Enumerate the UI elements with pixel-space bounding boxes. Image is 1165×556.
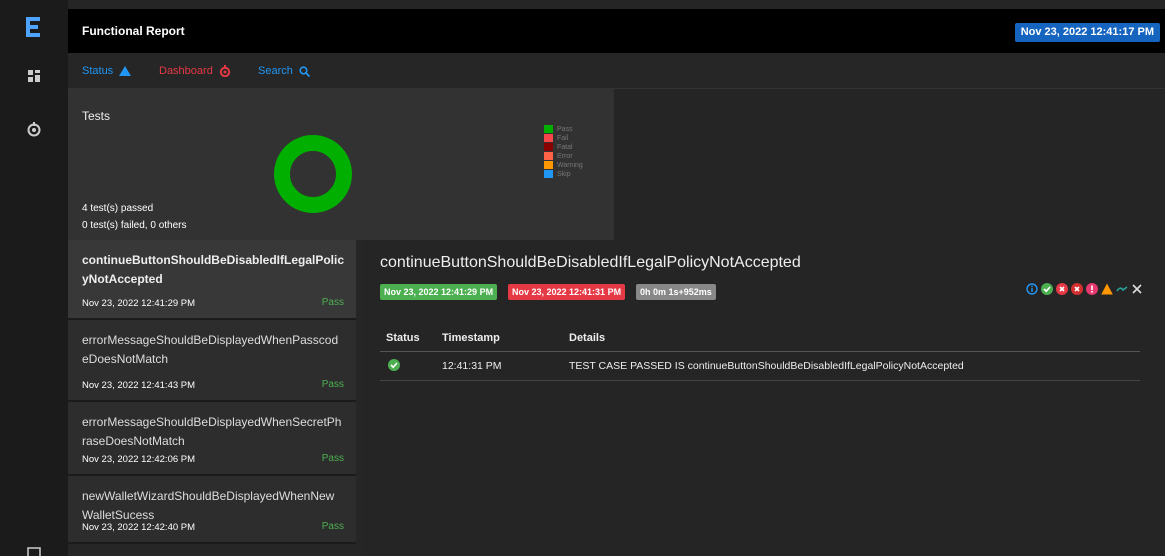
legend-label: Pass (557, 125, 573, 133)
legend-label: Fatal (557, 143, 573, 151)
test-name: continueButtonShouldBeDisabledIfLegalPol… (82, 253, 345, 286)
search-button[interactable]: Search (258, 65, 310, 77)
legend-swatch (544, 134, 553, 142)
pass-status-icon (388, 359, 400, 374)
status-filter-button[interactable]: Status (82, 65, 132, 77)
donut-slice-pass (274, 135, 352, 213)
pass-icon[interactable] (1041, 283, 1053, 295)
report-date-badge: Nov 23, 2022 12:41:17 PM (1014, 23, 1160, 42)
legend-item-fail: Fail (544, 134, 583, 142)
dashboard-grid-icon[interactable] (26, 68, 42, 84)
info-icon[interactable] (1026, 283, 1038, 295)
search-label: Search (258, 65, 293, 77)
table-row: 12:41:31 PM TEST CASE PASSED IS continue… (380, 352, 1140, 381)
legend-swatch (544, 152, 553, 160)
legend-swatch (544, 125, 553, 133)
test-detail-pane: continueButtonShouldBeDisabledIfLegalPol… (364, 240, 1165, 556)
search-icon (299, 65, 310, 77)
tests-donut-chart (274, 135, 352, 213)
test-time: Nov 23, 2022 12:41:43 PM (82, 380, 196, 391)
tests-passed-text: 4 test(s) passed (82, 203, 154, 214)
legend-swatch (544, 143, 553, 151)
test-list-item[interactable]: newWalletWizardShouldBeDisplayedWhenNewW… (68, 476, 356, 544)
close-icon[interactable] (1131, 283, 1143, 295)
monitor-icon[interactable] (26, 546, 42, 556)
report-title: Functional Report (82, 24, 185, 38)
status-filter-label: Status (82, 65, 114, 77)
test-status: Pass (321, 453, 344, 464)
test-status: Pass (321, 297, 344, 308)
tests-summary-label: Tests (82, 109, 111, 123)
legend-label: Warning (557, 161, 583, 169)
legend-item-fatal: Fatal (544, 143, 583, 151)
test-log-table: Status Timestamp Details 12:41:31 PM TES… (380, 323, 1140, 381)
legend-item-pass: Pass (544, 125, 583, 133)
legend-swatch (544, 161, 553, 169)
test-list: continueButtonShouldBeDisabledIfLegalPol… (68, 240, 364, 556)
test-status: Pass (321, 521, 344, 532)
status-filter-icons (1026, 283, 1143, 295)
test-time: Nov 23, 2022 12:42:06 PM (82, 454, 196, 465)
test-name: errorMessageShouldBeDisplayedWhenPasscod… (82, 333, 339, 366)
legend-label: Fail (557, 134, 569, 142)
column-header-timestamp: Timestamp (442, 332, 500, 344)
fail-icon[interactable] (1056, 283, 1068, 295)
test-list-item[interactable]: continueButtonShouldBeDisabledIfLegalPol… (68, 240, 356, 320)
test-list-item[interactable]: errorMessageShouldBeDisplayedWhenPasscod… (68, 320, 356, 402)
row-timestamp: 12:41:31 PM (442, 360, 502, 372)
legend-item-skip: Skip (544, 170, 583, 178)
legend-label: Error (557, 152, 573, 160)
dashboard-icon (219, 65, 231, 77)
warning-icon[interactable] (1101, 283, 1113, 295)
duration-badge: 0h 0m 1s+952ms (636, 284, 716, 300)
chart-legend: Pass Fail Fatal Error Warning Skip (544, 125, 583, 179)
test-name: errorMessageShouldBeDisplayedWhenSecretP… (82, 415, 342, 448)
filter-nav: Status Dashboard Search (68, 53, 1165, 89)
test-status: Pass (321, 379, 344, 390)
triangle-up-icon (119, 66, 132, 76)
tests-failed-text: 0 test(s) failed, 0 others (82, 220, 187, 231)
table-header: Status Timestamp Details (380, 323, 1140, 352)
test-time: Nov 23, 2022 12:42:40 PM (82, 522, 196, 533)
tests-summary-card: Tests Pass Fail Fatal Error Warning Skip 4 te… (68, 89, 614, 240)
legend-item-warning: Warning (544, 161, 583, 169)
legend-swatch (544, 170, 553, 178)
error-icon[interactable] (1086, 283, 1098, 295)
app-logo-icon (26, 17, 40, 37)
dashboard-filter-button[interactable]: Dashboard (159, 65, 231, 77)
test-time: Nov 23, 2022 12:41:29 PM (82, 298, 196, 309)
column-header-details: Details (569, 332, 606, 344)
legend-item-error: Error (544, 152, 583, 160)
test-detail-title: continueButtonShouldBeDisabledIfLegalPol… (380, 254, 801, 271)
test-list-item[interactable]: errorMessageShouldBeDisplayedWhenSecretP… (68, 402, 356, 476)
start-time-badge: Nov 23, 2022 12:41:29 PM (380, 284, 498, 300)
left-rail (0, 0, 68, 556)
test-name: newWalletWizardShouldBeDisplayedWhenNewW… (82, 489, 335, 522)
end-time-badge: Nov 23, 2022 12:41:31 PM (508, 284, 626, 300)
row-details: TEST CASE PASSED IS continueButtonShould… (569, 360, 964, 372)
column-header-status: Status (386, 332, 420, 344)
tests-nav-icon[interactable] (26, 121, 42, 137)
top-header: Functional Report Nov 23, 2022 12:41:17 … (68, 9, 1165, 53)
dashboard-filter-label: Dashboard (159, 65, 213, 77)
fatal-icon[interactable] (1071, 283, 1083, 295)
skip-icon[interactable] (1116, 283, 1128, 295)
legend-label: Skip (557, 170, 571, 178)
